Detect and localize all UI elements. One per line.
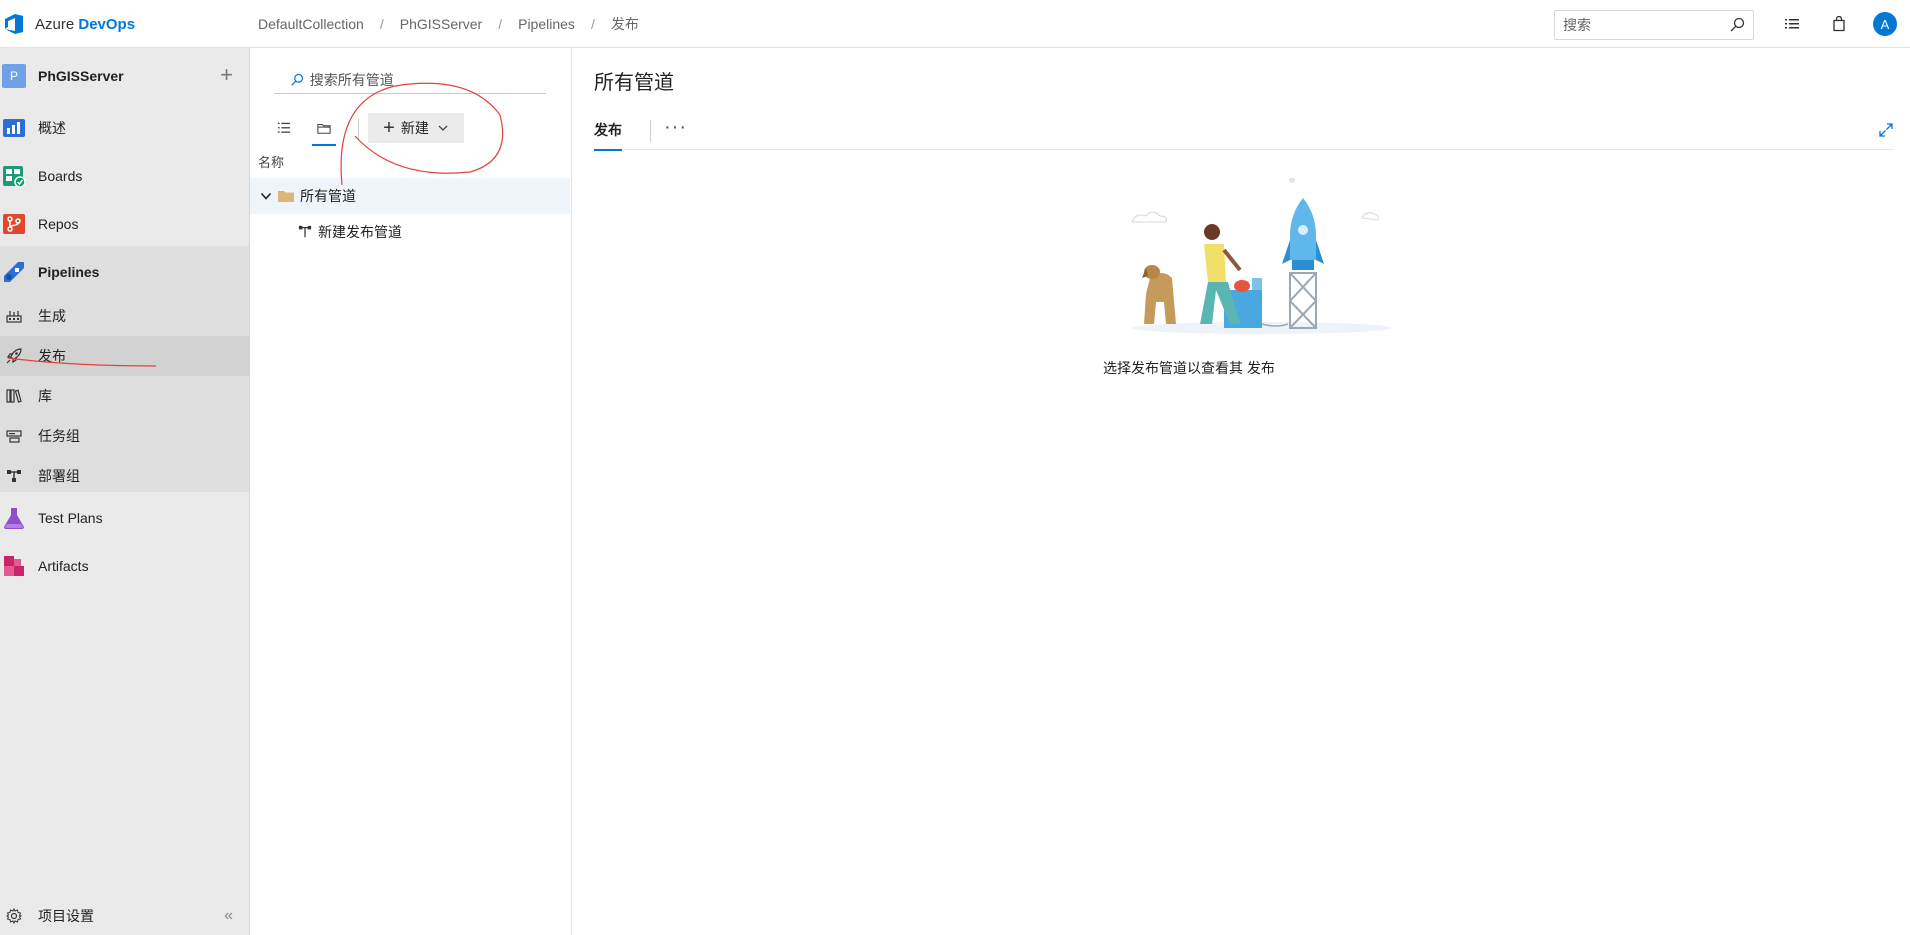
avatar[interactable]: A [1873,12,1897,36]
sidebar-item-label: Test Plans [38,510,103,526]
project-settings-label: 项目设置 [38,908,94,924]
sidebar-item-label: 库 [38,388,52,404]
empty-state-illustration [1131,178,1392,334]
project-name: PhGISServer [38,68,124,84]
project-header[interactable]: P PhGISServer + [0,56,249,96]
sidebar-item-label: Pipelines [38,264,100,280]
pipelines-toolbar: + 新建 [250,110,572,146]
tab-releases[interactable]: 发布 [594,110,622,151]
chevron-down-icon [438,125,448,131]
top-search-box[interactable] [1554,10,1754,40]
repos-icon [2,212,26,236]
expand-icon[interactable] [1878,122,1894,138]
tree-row-label: 所有管道 [300,188,356,204]
release-pipeline-icon [298,225,312,238]
new-pipeline-button[interactable]: + 新建 [368,113,464,143]
sidebar-item-build[interactable]: 生成 [0,296,249,336]
sidebar-item-label: 部署组 [38,468,80,484]
list-icon[interactable] [1780,12,1804,36]
azure-devops-logo-icon [5,14,23,34]
folder-icon [278,191,294,202]
empty-state-message: 选择发布管道以查看其 发布 [1103,360,1275,376]
folder-view-icon[interactable] [312,116,336,146]
sidebar-item-repos[interactable]: Repos [0,202,249,246]
sidebar-item-library[interactable]: 库 [0,376,249,416]
pipelines-panel: + 新建 名称 所有管道 新建发布管道 [250,48,572,935]
sidebar-item-overview[interactable]: 概述 [0,106,249,150]
breadcrumb-separator: / [498,16,503,32]
list-view-icon[interactable] [272,116,296,140]
sidebar-item-artifacts[interactable]: Artifacts [0,544,249,588]
pipeline-search-input[interactable] [309,71,546,88]
plus-icon[interactable]: + [220,64,233,86]
sidebar-item-label: 发布 [38,348,66,364]
tree-row-label: 新建发布管道 [318,224,402,240]
sidebar-item-label: 生成 [38,308,66,324]
breadcrumb-separator: / [590,16,595,32]
tree-item-new-release-pipeline[interactable]: 新建发布管道 [250,214,570,250]
collapse-nav-icon[interactable]: « [224,907,233,925]
sidebar-item-label: Boards [38,168,83,184]
sidebar-item-boards[interactable]: Boards [0,154,249,198]
breadcrumb-pipelines[interactable]: Pipelines [518,16,575,32]
content-tabs: 发布 ··· [594,110,1894,151]
more-actions-icon[interactable]: ··· [664,116,687,139]
search-icon [291,73,304,86]
test-plans-icon [2,506,26,530]
rocket-icon [6,348,22,364]
breadcrumb-separator: / [379,16,384,32]
task-group-icon [6,428,22,444]
brand[interactable]: Azure DevOps [0,0,135,48]
boards-icon [2,164,26,188]
tree-folder-all-pipelines[interactable]: 所有管道 [250,178,570,214]
top-bar: Azure DevOps DefaultCollection / PhGISSe… [0,0,1910,48]
sidebar-item-label: Repos [38,216,79,232]
main-content: 所有管道 发布 ··· 选择发布管道以查看其 发布 [572,48,1910,935]
breadcrumb-collection[interactable]: DefaultCollection [258,16,364,32]
tab-divider [650,120,651,142]
breadcrumb-project[interactable]: PhGISServer [400,16,482,32]
page-title: 所有管道 [594,72,674,94]
build-icon [6,308,22,324]
deployment-group-icon [6,468,22,484]
brand-name: Azure DevOps [35,15,136,33]
project-settings[interactable]: 项目设置 « [0,898,249,934]
gear-icon [6,907,23,925]
chevron-down-icon[interactable] [260,190,272,202]
shopping-bag-icon[interactable] [1827,12,1851,36]
breadcrumb-releases[interactable]: 发布 [611,14,639,34]
project-badge: P [2,64,26,88]
sidebar-item-test-plans[interactable]: Test Plans [0,496,249,540]
column-header-name[interactable]: 名称 [258,152,284,171]
new-button-label: 新建 [400,120,429,136]
sidebar-item-label: Artifacts [38,558,89,574]
sidebar-item-deployment-groups[interactable]: 部署组 [0,456,249,496]
sidebar-item-label: 任务组 [38,428,80,444]
library-icon [6,388,22,404]
pipelines-icon [2,260,26,284]
overview-icon [2,116,26,140]
pipeline-search-box[interactable] [274,66,546,94]
left-navigation: P PhGISServer + 概述 Boards Repos Pipeline… [0,48,250,935]
artifacts-icon [2,554,26,578]
breadcrumb: DefaultCollection / PhGISServer / Pipeli… [258,0,639,48]
plus-icon: + [383,117,395,139]
sidebar-item-task-groups[interactable]: 任务组 [0,416,249,456]
sidebar-item-label: 概述 [38,120,66,136]
toolbar-divider [358,118,359,138]
sidebar-item-releases[interactable]: 发布 [0,336,249,376]
search-icon[interactable] [1729,17,1745,33]
top-search-input[interactable] [1563,17,1723,33]
sidebar-item-pipelines[interactable]: Pipelines [0,250,249,294]
